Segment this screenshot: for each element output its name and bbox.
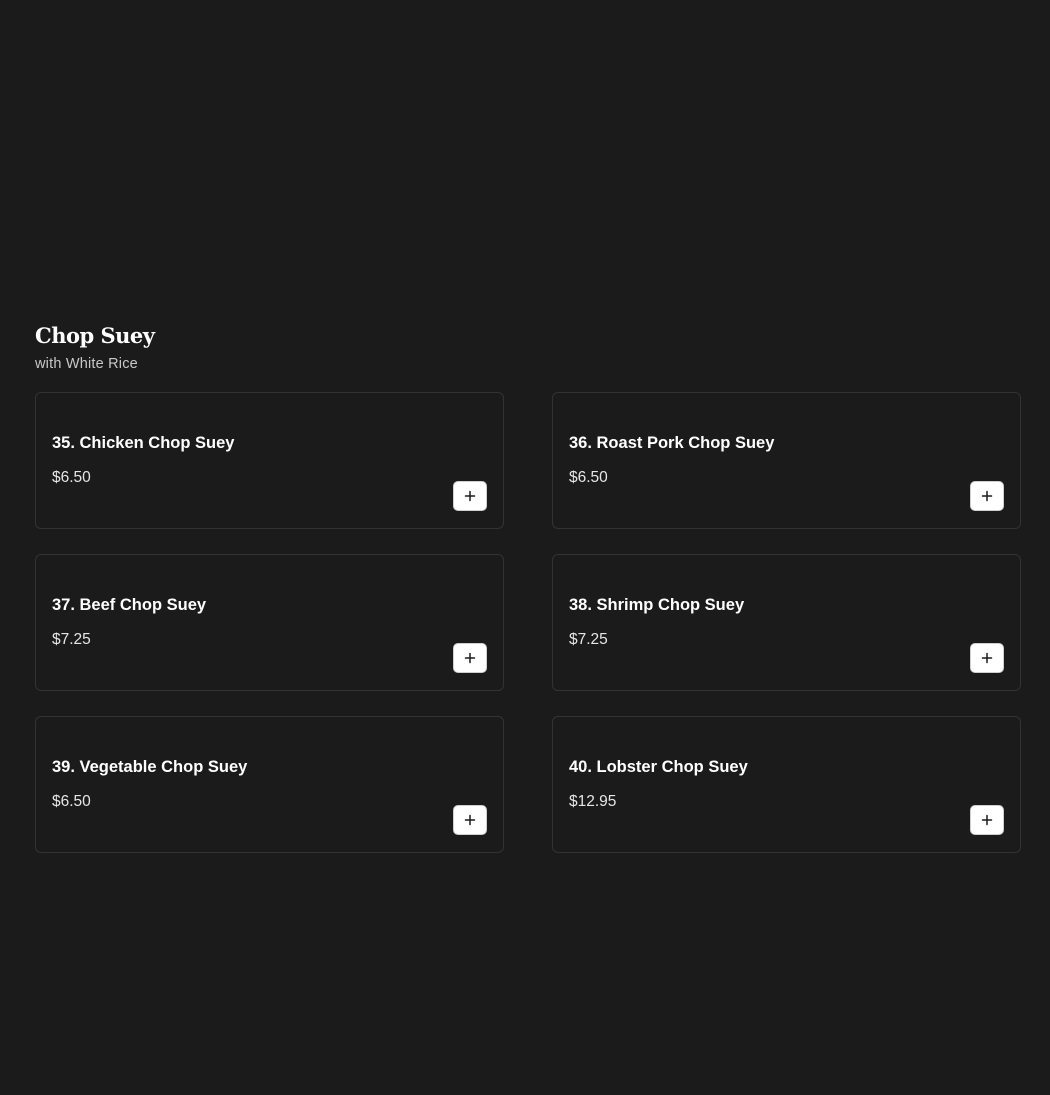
add-to-cart-button[interactable] (453, 643, 487, 673)
add-to-cart-button[interactable] (453, 481, 487, 511)
menu-section-header: Chop Suey with White Rice (35, 320, 155, 372)
item-name: 39. Vegetable Chop Suey (52, 758, 248, 776)
plus-icon (464, 814, 476, 826)
menu-item-card[interactable]: 40. Lobster Chop Suey $12.95 (552, 716, 1021, 853)
add-to-cart-button[interactable] (970, 481, 1004, 511)
menu-item-card[interactable]: 36. Roast Pork Chop Suey $6.50 (552, 392, 1021, 529)
item-price: $6.50 (52, 469, 91, 486)
plus-icon (981, 814, 993, 826)
item-price: $6.50 (569, 469, 608, 486)
menu-item-card[interactable]: 38. Shrimp Chop Suey $7.25 (552, 554, 1021, 691)
plus-icon (464, 652, 476, 664)
section-subtitle: with White Rice (35, 356, 138, 372)
item-price: $7.25 (52, 631, 91, 648)
item-name: 38. Shrimp Chop Suey (569, 596, 745, 614)
plus-icon (981, 652, 993, 664)
item-name: 36. Roast Pork Chop Suey (569, 434, 775, 452)
plus-icon (464, 490, 476, 502)
menu-item-card[interactable]: 37. Beef Chop Suey $7.25 (35, 554, 504, 691)
item-price: $6.50 (52, 793, 91, 810)
item-price: $7.25 (569, 631, 608, 648)
menu-item-card[interactable]: 39. Vegetable Chop Suey $6.50 (35, 716, 504, 853)
add-to-cart-button[interactable] (970, 805, 1004, 835)
item-name: 40. Lobster Chop Suey (569, 758, 748, 776)
item-name: 35. Chicken Chop Suey (52, 434, 235, 452)
add-to-cart-button[interactable] (970, 643, 1004, 673)
item-price: $12.95 (569, 793, 617, 810)
section-title: Chop Suey (35, 323, 155, 348)
menu-items-grid: 35. Chicken Chop Suey $6.50 36. Roast Po… (35, 392, 1021, 853)
item-name: 37. Beef Chop Suey (52, 596, 207, 614)
plus-icon (981, 490, 993, 502)
add-to-cart-button[interactable] (453, 805, 487, 835)
menu-item-card[interactable]: 35. Chicken Chop Suey $6.50 (35, 392, 504, 529)
